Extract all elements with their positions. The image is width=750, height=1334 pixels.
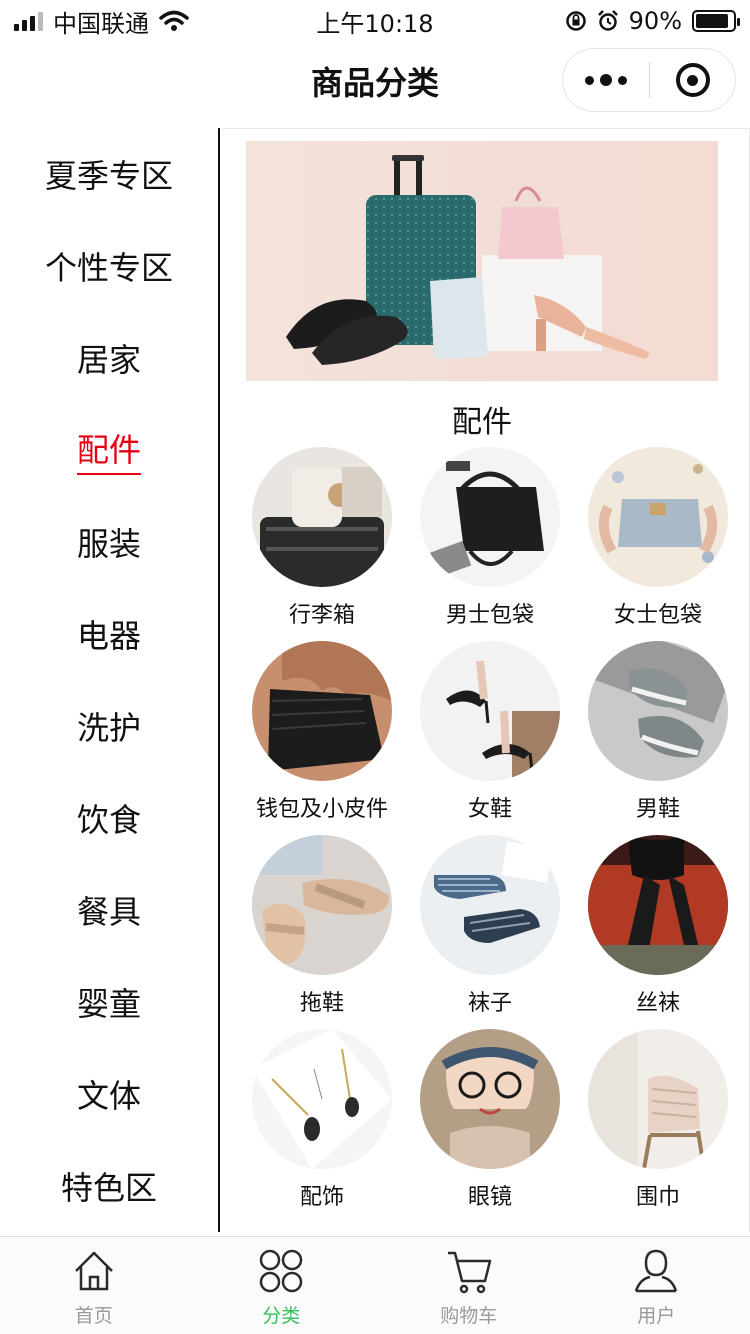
- sidebar-item[interactable]: 个性专区: [0, 220, 218, 312]
- sidebar-item-label: 电器: [76, 617, 141, 655]
- subcategory-label: 男鞋: [635, 797, 680, 822]
- close-mini-program-button[interactable]: [650, 49, 735, 111]
- category-sidebar: 夏季专区个性专区居家配件服装电器洗护饮食餐具婴童文体特色区: [0, 128, 220, 1232]
- sidebar-item[interactable]: 婴童: [0, 956, 218, 1048]
- sidebar-item-label: 居家: [76, 341, 141, 379]
- sidebar-item-label: 洗护: [76, 709, 141, 747]
- subcategory-item[interactable]: 配饰: [238, 1029, 406, 1211]
- mini-program-capsule: [562, 48, 736, 112]
- mens-bag-photo: [420, 447, 560, 587]
- subcategory-item[interactable]: 男士包袋: [406, 447, 574, 629]
- more-options-button[interactable]: [563, 49, 649, 111]
- category-content: 配件 行李箱 男士包袋 女士包袋钱包及小皮件 女鞋 男鞋拖鞋 袜子 丝袜配饰 眼镜 围巾: [222, 128, 750, 1232]
- sidebar-item[interactable]: 文体: [0, 1048, 218, 1140]
- tab-bar: 首页 分类 购物车 用户: [0, 1236, 750, 1334]
- cart-icon: [445, 1247, 493, 1299]
- stockings-photo: [588, 835, 728, 975]
- tab-category[interactable]: 分类: [188, 1237, 376, 1334]
- subcategory-label: 钱包及小皮件: [255, 797, 388, 822]
- status-time: 上午10:18: [316, 9, 434, 38]
- subcategory-label: 女士包袋: [613, 603, 702, 628]
- target-close-icon: [675, 63, 710, 97]
- glasses-photo: [420, 1029, 560, 1169]
- sidebar-item-label: 婴童: [76, 985, 141, 1023]
- subcategory-label: 眼镜: [467, 1185, 512, 1210]
- subcategory-item[interactable]: 女鞋: [406, 641, 574, 823]
- subcategory-item[interactable]: 围巾: [574, 1029, 742, 1211]
- sidebar-item[interactable]: 饮食: [0, 772, 218, 864]
- subcategory-label: 行李箱: [288, 603, 355, 628]
- tab-cart[interactable]: 购物车: [375, 1237, 563, 1334]
- tab-home[interactable]: 首页: [0, 1237, 188, 1334]
- sidebar-item-label: 特色区: [60, 1169, 157, 1207]
- battery-icon: [692, 10, 740, 32]
- category-icon: [257, 1247, 305, 1299]
- sidebar-item-label: 个性专区: [44, 249, 173, 287]
- tab-label: 购物车: [440, 1305, 498, 1327]
- sidebar-item[interactable]: 夏季专区: [0, 128, 218, 220]
- subcategory-item[interactable]: 男鞋: [574, 641, 742, 823]
- sidebar-item-label: 餐具: [76, 893, 141, 931]
- sidebar-item[interactable]: 特色区: [0, 1140, 218, 1232]
- sidebar-item-label: 夏季专区: [44, 157, 173, 195]
- accessory-photo: [252, 1029, 392, 1169]
- subcategory-label: 女鞋: [467, 797, 512, 822]
- sidebar-item[interactable]: 居家: [0, 312, 218, 404]
- category-banner-image[interactable]: [246, 141, 718, 381]
- sidebar-item-label: 文体: [76, 1077, 141, 1115]
- status-bar: 中国联通 上午10:18 90%: [0, 0, 750, 42]
- luggage-photo: [252, 447, 392, 587]
- sidebar-item[interactable]: 餐具: [0, 864, 218, 956]
- tab-label: 分类: [262, 1305, 301, 1327]
- subcategory-item[interactable]: 钱包及小皮件: [238, 641, 406, 823]
- sidebar-item[interactable]: 配件: [0, 404, 218, 496]
- section-title: 配件: [452, 405, 512, 440]
- user-icon: [632, 1247, 680, 1299]
- slippers-photo: [252, 835, 392, 975]
- home-icon: [70, 1247, 118, 1299]
- subcategory-item[interactable]: 行李箱: [238, 447, 406, 629]
- sidebar-item-label: 配件: [76, 425, 141, 475]
- tab-label: 首页: [74, 1305, 113, 1327]
- subcategory-label: 围巾: [635, 1185, 680, 1210]
- tab-label: 用户: [637, 1305, 676, 1327]
- subcategory-item[interactable]: 袜子: [406, 835, 574, 1017]
- subcategory-label: 袜子: [467, 991, 512, 1016]
- nav-bar: 商品分类: [0, 42, 750, 126]
- subcategory-item[interactable]: 丝袜: [574, 835, 742, 1017]
- subcategory-item[interactable]: 拖鞋: [238, 835, 406, 1017]
- wallet-photo: [252, 641, 392, 781]
- sidebar-item[interactable]: 电器: [0, 588, 218, 680]
- subcategory-label: 男士包袋: [445, 603, 534, 628]
- sidebar-item[interactable]: 洗护: [0, 680, 218, 772]
- more-dots-icon: [585, 75, 594, 85]
- subcategory-label: 配饰: [299, 1185, 344, 1210]
- sidebar-item-label: 服装: [76, 525, 141, 563]
- scarf-photo: [588, 1029, 728, 1169]
- subcategory-item[interactable]: 女士包袋: [574, 447, 742, 629]
- socks-photo: [420, 835, 560, 975]
- sidebar-item-label: 饮食: [76, 801, 141, 839]
- subcategory-label: 丝袜: [635, 991, 680, 1016]
- subcategory-label: 拖鞋: [299, 991, 344, 1016]
- womens-bag-photo: [588, 447, 728, 587]
- tab-user[interactable]: 用户: [563, 1237, 750, 1334]
- womens-shoes-photo: [420, 641, 560, 781]
- mens-shoes-photo: [588, 641, 728, 781]
- subcategory-item[interactable]: 眼镜: [406, 1029, 574, 1211]
- sidebar-item[interactable]: 服装: [0, 496, 218, 588]
